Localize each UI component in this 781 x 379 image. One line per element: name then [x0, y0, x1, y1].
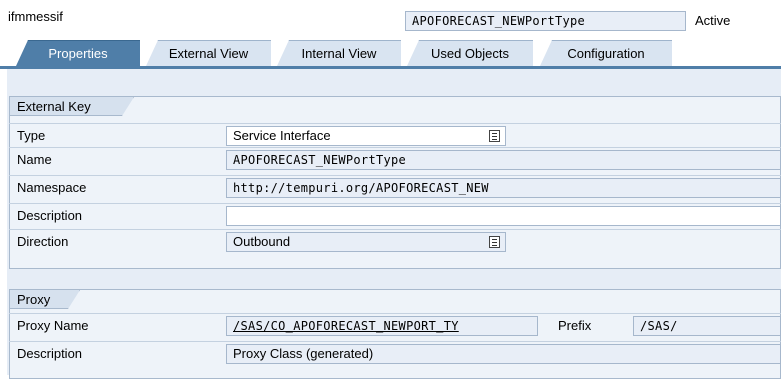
tab-configuration[interactable]: Configuration [540, 40, 672, 66]
namespace-label: Namespace [17, 180, 87, 195]
proxy-description-label: Description [17, 346, 83, 361]
name-label: Name [17, 152, 52, 167]
external-key-title: External Key [10, 97, 134, 116]
direction-select[interactable]: Outbound [226, 232, 506, 252]
proxy-name-value: /SAS/CO_APOFORECAST_NEWPORT_TY [233, 319, 459, 333]
description-row: Description [9, 203, 781, 227]
name-field[interactable]: APOFORECAST_NEWPortType [226, 150, 781, 170]
proxy-title: Proxy [10, 290, 80, 309]
namespace-field[interactable]: http://tempuri.org/APOFORECAST_NEW [226, 178, 781, 198]
proxy-description-row: Description Proxy Class (generated) [9, 341, 781, 365]
name-row: Name APOFORECAST_NEWPortType [9, 147, 781, 171]
proxy-name-label: Proxy Name [17, 318, 89, 333]
dropdown-icon[interactable] [489, 130, 500, 142]
type-value: Service Interface [233, 128, 331, 143]
proxy-name-row: Proxy Name /SAS/CO_APOFORECAST_NEWPORT_T… [9, 313, 781, 337]
tab-strip: Properties External View Internal View U… [0, 40, 781, 66]
description-label: Description [17, 208, 83, 223]
direction-label: Direction [17, 234, 69, 249]
proxy-name-field[interactable]: /SAS/CO_APOFORECAST_NEWPORT_TY [226, 316, 538, 336]
prefix-label: Prefix [558, 318, 592, 333]
interface-name-field: APOFORECAST_NEWPortType [405, 11, 686, 31]
object-type-label: ifmmessif [8, 9, 63, 24]
tab-used-objects[interactable]: Used Objects [407, 40, 533, 66]
tab-internal-view[interactable]: Internal View [277, 40, 401, 66]
direction-value: Outbound [233, 234, 291, 249]
tab-external-view[interactable]: External View [146, 40, 271, 66]
direction-row: Direction Outbound [9, 229, 781, 253]
type-select[interactable]: Service Interface [226, 126, 506, 146]
type-row: Type Service Interface [9, 123, 781, 147]
status-text: Active [695, 13, 731, 28]
dropdown-icon[interactable] [489, 236, 500, 248]
proxy-description-field[interactable]: Proxy Class (generated) [226, 344, 781, 364]
type-label: Type [17, 128, 46, 143]
namespace-row: Namespace http://tempuri.org/APOFORECAST… [9, 175, 781, 199]
description-field[interactable] [226, 206, 781, 226]
tab-properties[interactable]: Properties [16, 40, 140, 66]
prefix-field[interactable]: /SAS/ [633, 316, 781, 336]
